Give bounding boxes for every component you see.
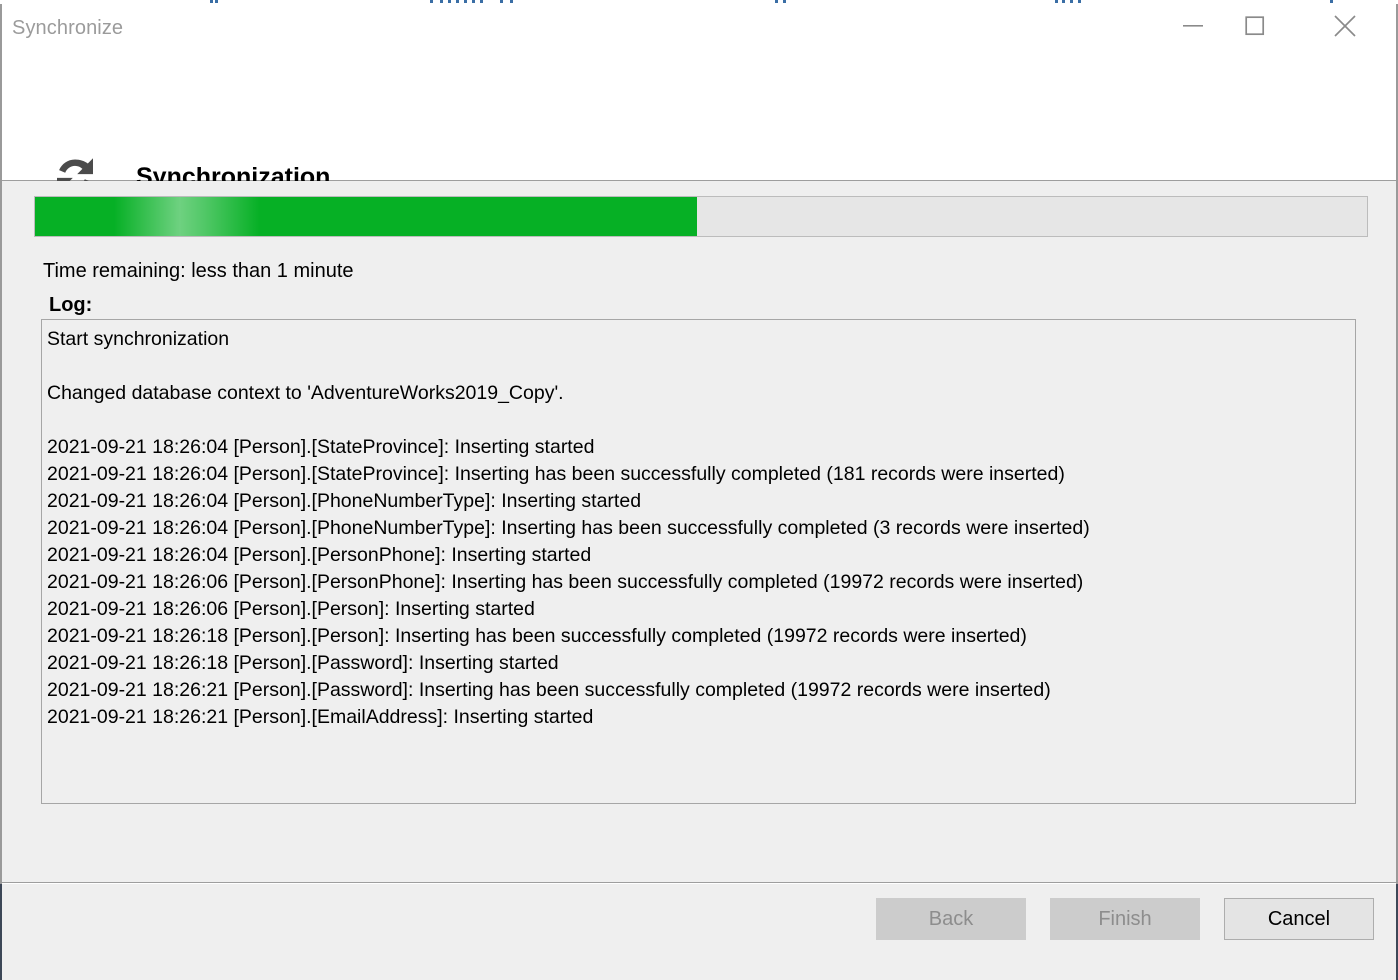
log-line: 2021-09-21 18:26:04 [Person].[PhoneNumbe… <box>47 490 642 512</box>
dialog-body: Time remaining: less than 1 minute Log: … <box>2 181 1396 883</box>
background-ui-fragment <box>480 0 483 3</box>
background-ui-fragment <box>440 0 443 3</box>
log-line: Start synchronization <box>47 328 230 350</box>
close-icon <box>1332 13 1358 39</box>
log-line: 2021-09-21 18:26:18 [Person].[Person]: I… <box>47 625 1027 647</box>
background-ui-fragment <box>464 0 467 3</box>
log-section-label: Log: <box>49 294 93 316</box>
cancel-button[interactable]: Cancel <box>1224 898 1374 940</box>
log-output-textbox[interactable]: Start synchronization Changed database co… <box>41 319 1356 804</box>
background-ui-fragment <box>1078 0 1081 3</box>
window-title: Synchronize <box>12 17 124 39</box>
background-ui-fragment <box>210 0 213 3</box>
synchronize-dialog: Synchronize Synchronization Time remaini… <box>0 4 1398 980</box>
dialog-header: Synchronization <box>2 60 1396 194</box>
finish-button: Finish <box>1050 898 1200 940</box>
log-line: 2021-09-21 18:26:21 [Person].[EmailAddre… <box>47 706 594 728</box>
log-line: 2021-09-21 18:26:04 [Person].[PersonPhon… <box>47 544 592 566</box>
background-ui-fragment <box>500 0 503 3</box>
log-line: 2021-09-21 18:26:04 [Person].[PhoneNumbe… <box>47 517 1090 539</box>
background-ui-fragment <box>783 0 786 3</box>
maximize-button[interactable] <box>1224 4 1286 48</box>
back-button: Back <box>876 898 1026 940</box>
progress-bar <box>34 196 1368 237</box>
background-ui-fragment <box>430 0 433 3</box>
log-line: 2021-09-21 18:26:18 [Person].[Password]:… <box>47 652 559 674</box>
progress-bar-fill <box>35 197 697 236</box>
time-remaining-label: Time remaining: less than 1 minute <box>43 260 354 282</box>
log-line: 2021-09-21 18:26:04 [Person].[StateProvi… <box>47 436 595 458</box>
close-button[interactable] <box>1314 4 1376 48</box>
maximize-icon <box>1244 15 1266 37</box>
background-ui-fragment <box>448 0 451 3</box>
background-ui-fragment <box>1330 0 1333 3</box>
dialog-footer: Back Finish Cancel <box>2 883 1396 980</box>
log-line: Changed database context to 'AdventureWo… <box>47 382 564 404</box>
log-line: 2021-09-21 18:26:06 [Person].[PersonPhon… <box>47 571 1084 593</box>
background-ui-fragment <box>1055 0 1058 3</box>
background-ui-fragment <box>456 0 459 3</box>
log-line: 2021-09-21 18:26:04 [Person].[StateProvi… <box>47 463 1065 485</box>
background-ui-fragment <box>510 0 513 3</box>
title-bar: Synchronize <box>2 4 1396 60</box>
background-ui-fragment <box>215 0 218 3</box>
minimize-button[interactable] <box>1162 4 1224 48</box>
background-ui-fragment <box>1070 0 1073 3</box>
background-ui-fragment <box>1062 0 1065 3</box>
background-ui-fragment <box>775 0 778 3</box>
footer-button-group: Back Finish Cancel <box>876 898 1374 940</box>
log-line: 2021-09-21 18:26:06 [Person].[Person]: I… <box>47 598 535 620</box>
log-line: 2021-09-21 18:26:21 [Person].[Password]:… <box>47 679 1051 701</box>
background-ui-fragment <box>472 0 475 3</box>
minimize-icon <box>1182 20 1204 32</box>
